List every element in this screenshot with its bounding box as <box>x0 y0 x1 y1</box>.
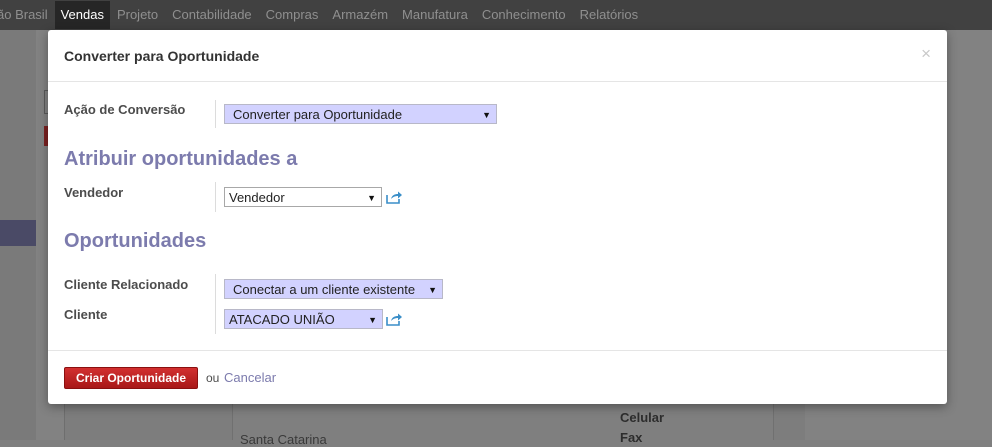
chevron-down-icon: ▼ <box>482 110 491 120</box>
section-title-opportunities: Oportunidades <box>64 230 207 252</box>
dialog-title: Converter para Oportunidade <box>64 48 260 64</box>
background-sidebar-active-item <box>0 220 36 246</box>
nav-item-vendas[interactable]: Vendas <box>54 1 110 29</box>
nav-item-contabilidade[interactable]: Contabilidade <box>165 0 259 30</box>
salesperson-label: Vendedor <box>64 185 124 200</box>
cancel-link[interactable]: Cancelar <box>224 370 276 385</box>
background-label-fax: Fax <box>620 430 643 445</box>
salesperson-select[interactable]: Vendedor ▼ <box>224 187 382 207</box>
conversion-action-label: Ação de Conversão <box>64 102 186 117</box>
nav-item-conhecimento[interactable]: Conhecimento <box>475 0 573 30</box>
external-link-icon[interactable] <box>386 190 403 204</box>
customer-value: ATACADO UNIÃO <box>229 312 335 327</box>
field-separator <box>215 182 216 212</box>
nav-item-projeto[interactable]: Projeto <box>110 0 165 30</box>
create-opportunity-button[interactable]: Criar Oportunidade <box>64 367 198 389</box>
related-customer-select[interactable]: Conectar a um cliente existente ▼ <box>224 279 443 299</box>
footer-or-text: ou <box>206 371 220 385</box>
dialog-footer: Criar Oportunidade ou Cancelar <box>48 350 947 405</box>
background-label-celular: Celular <box>620 410 665 425</box>
field-separator <box>215 100 216 128</box>
nav-item-armazem[interactable]: Armazém <box>325 0 395 30</box>
nav-item-manufatura[interactable]: Manufatura <box>395 0 475 30</box>
field-separator <box>215 274 216 334</box>
chevron-down-icon: ▼ <box>367 193 376 203</box>
convert-opportunity-dialog: Converter para Oportunidade × Ação de Co… <box>48 30 947 404</box>
nav-item-relatorios[interactable]: Relatórios <box>573 0 646 30</box>
customer-select[interactable]: ATACADO UNIÃO ▼ <box>224 309 383 329</box>
chevron-down-icon: ▼ <box>428 285 437 295</box>
section-title-assign: Atribuir oportunidades a <box>64 148 298 170</box>
nav-item-brasil[interactable]: ão Brasil <box>0 0 55 30</box>
external-link-icon[interactable] <box>386 312 403 326</box>
close-icon[interactable]: × <box>921 44 931 64</box>
dialog-header: Converter para Oportunidade × <box>48 30 947 82</box>
conversion-action-value: Converter para Oportunidade <box>233 107 403 122</box>
nav-item-compras[interactable]: Compras <box>259 0 326 30</box>
related-customer-value: Conectar a um cliente existente <box>233 282 416 297</box>
conversion-action-select[interactable]: Converter para Oportunidade ▼ <box>224 104 497 124</box>
related-customer-label: Cliente Relacionado <box>64 277 189 292</box>
top-navigation-bar: ão Brasil Vendas Projeto Contabilidade C… <box>0 0 992 30</box>
customer-label: Cliente <box>64 307 108 322</box>
chevron-down-icon: ▼ <box>368 315 377 325</box>
salesperson-value: Vendedor <box>229 190 285 205</box>
